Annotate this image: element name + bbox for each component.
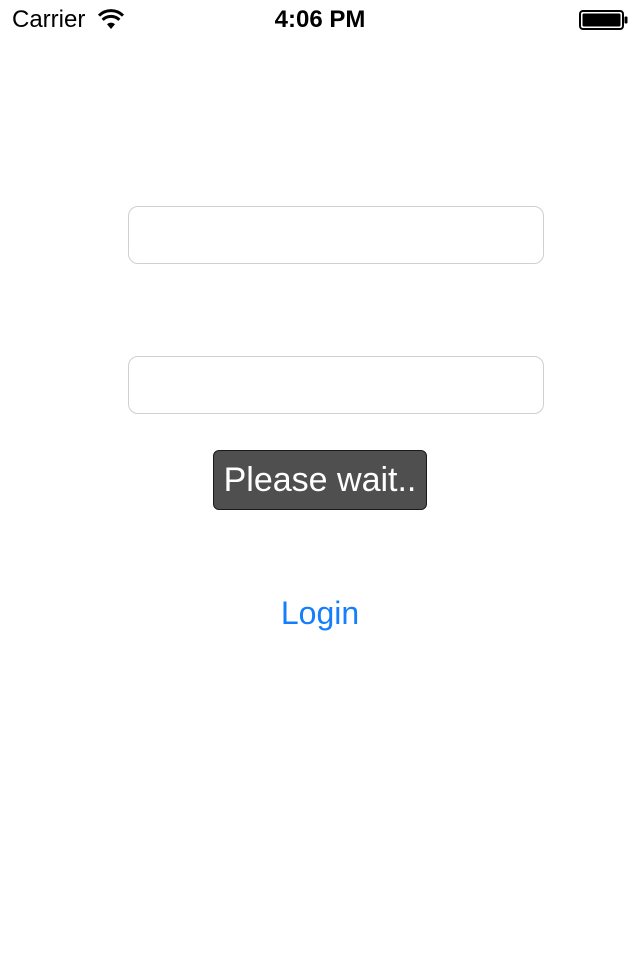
status-bar: Carrier 4:06 PM — [0, 0, 640, 40]
please-wait-toast: Please wait.. — [213, 450, 427, 510]
username-field[interactable] — [128, 206, 544, 264]
login-button[interactable]: Login — [220, 590, 420, 636]
battery-icon — [579, 10, 628, 30]
login-screen: Carrier 4:06 PM Please wait.. Login — [0, 0, 640, 960]
password-field[interactable] — [128, 356, 544, 414]
status-time: 4:06 PM — [274, 6, 366, 33]
